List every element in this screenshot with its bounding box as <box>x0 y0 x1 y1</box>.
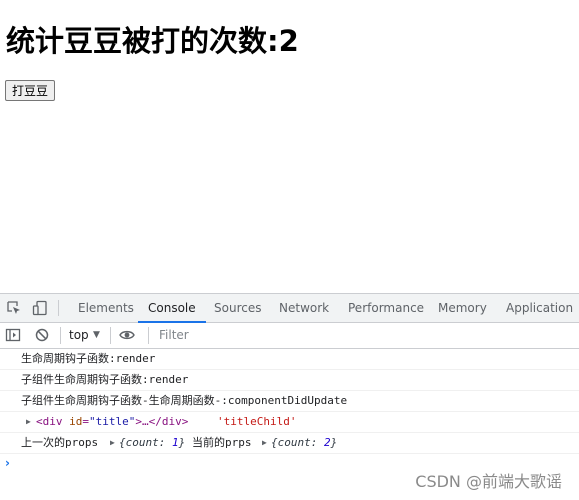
string-value: 'titleChild' <box>217 415 297 428</box>
prev-props-object[interactable]: {count: 1} <box>119 433 185 453</box>
tab-elements[interactable]: Elements <box>78 294 134 322</box>
expand-arrow-icon[interactable]: ▶ <box>110 433 115 453</box>
eye-icon[interactable] <box>119 327 135 343</box>
console-message: ▶ <div id="title">…</div> 'titleChild' <box>0 412 579 433</box>
console-message: 生命周期钩子函数:render <box>0 349 579 370</box>
tab-network[interactable]: Network <box>279 294 329 322</box>
expand-arrow-icon[interactable]: ▶ <box>262 433 267 453</box>
toolbar-separator <box>110 327 111 344</box>
show-sidebar-icon[interactable] <box>5 327 21 343</box>
tab-sources[interactable]: Sources <box>214 294 261 322</box>
devtools-tabbar: Elements Console Sources Network Perform… <box>0 294 579 323</box>
watermark: CSDN @前端大歌谣 <box>415 472 562 491</box>
inspect-element-icon[interactable] <box>6 300 22 316</box>
filter-input[interactable]: Filter <box>159 323 189 348</box>
console-toolbar: top ▼ Filter <box>0 323 579 349</box>
console-prompt[interactable]: › <box>5 456 10 470</box>
curr-props-object[interactable]: {count: 2} <box>271 433 337 453</box>
tabbar-separator <box>58 300 59 316</box>
expand-arrow-icon[interactable]: ▶ <box>26 412 31 432</box>
context-selector[interactable]: top <box>69 323 89 348</box>
label-current-props: 当前的prps <box>192 436 252 449</box>
toolbar-separator <box>60 327 61 344</box>
tab-console[interactable]: Console <box>138 294 206 323</box>
tab-application[interactable]: Application <box>506 294 573 322</box>
devtools-panel: Elements Console Sources Network Perform… <box>0 293 579 500</box>
console-message: 子组件生命周期钩子函数:render <box>0 370 579 391</box>
message-text: 子组件生命周期钩子函数-生命周期函数-:componentDidUpdate <box>21 394 348 407</box>
console-message: 上一次的props ▶ {count: 1} 当前的prps ▶ {count:… <box>0 433 579 454</box>
console-messages: 生命周期钩子函数:render 子组件生命周期钩子函数:render 子组件生命… <box>0 349 579 454</box>
message-text: 生命周期钩子函数:render <box>21 352 156 365</box>
dom-node-ref[interactable]: <div id="title">…</div> <box>36 412 188 432</box>
label-prev-props: 上一次的props <box>21 436 99 449</box>
clear-console-icon[interactable] <box>34 327 50 343</box>
device-toolbar-icon[interactable] <box>32 300 48 316</box>
page-content: 统计豆豆被打的次数:2 打豆豆 <box>0 0 579 293</box>
page-heading: 统计豆豆被打的次数:2 <box>6 24 299 58</box>
tab-performance[interactable]: Performance <box>348 294 424 322</box>
console-message: 子组件生命周期钩子函数-生命周期函数-:componentDidUpdate <box>0 391 579 412</box>
chevron-down-icon[interactable]: ▼ <box>93 323 100 348</box>
toolbar-separator <box>148 327 149 344</box>
hit-doudou-button[interactable]: 打豆豆 <box>5 80 56 101</box>
message-text: 子组件生命周期钩子函数:render <box>21 373 189 386</box>
tab-memory[interactable]: Memory <box>438 294 487 322</box>
